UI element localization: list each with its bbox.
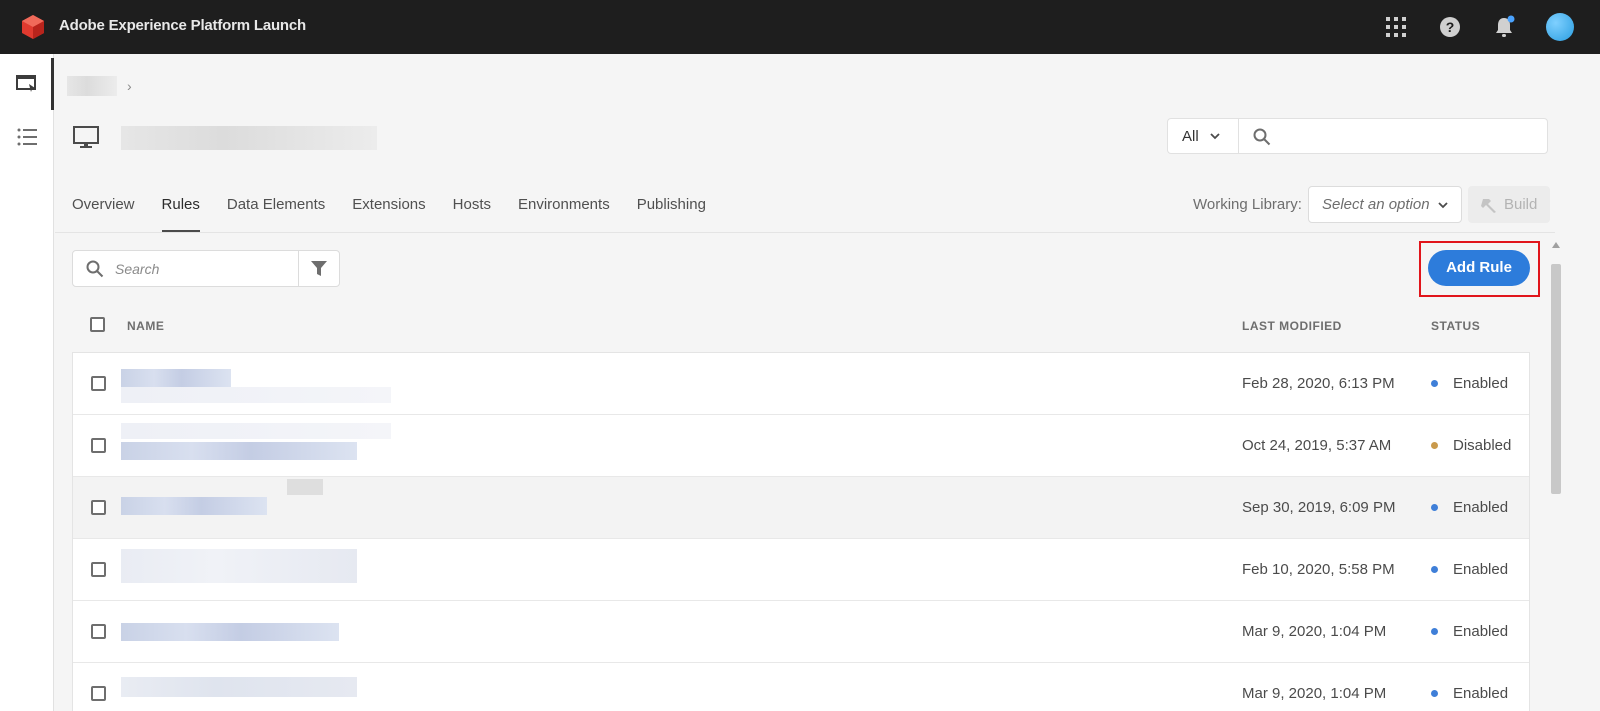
column-header-last-modified[interactable]: LAST MODIFIED	[1242, 319, 1342, 333]
status-badge: Enabled	[1431, 375, 1508, 392]
app-title: Adobe Experience Platform Launch	[59, 17, 306, 34]
tab-overview[interactable]: Overview	[72, 194, 135, 232]
status-badge: Enabled	[1431, 685, 1508, 702]
table-row[interactable]: Feb 28, 2020, 6:13 PM Enabled	[73, 353, 1529, 415]
table-row[interactable]: Oct 24, 2019, 5:37 AM Disabled	[73, 415, 1529, 477]
rules-search-placeholder: Search	[115, 261, 160, 277]
tab-data-elements[interactable]: Data Elements	[227, 194, 325, 232]
rules-search-input[interactable]: Search	[72, 250, 299, 287]
user-avatar[interactable]	[1546, 13, 1574, 41]
row-last-modified: Sep 30, 2019, 6:09 PM	[1242, 499, 1396, 516]
status-text: Enabled	[1453, 685, 1509, 702]
row-last-modified: Feb 10, 2020, 5:58 PM	[1242, 561, 1395, 578]
breadcrumb-chevron-icon: ›	[127, 78, 132, 94]
notifications-bell-icon[interactable]	[1492, 15, 1516, 39]
rule-name-redacted-blur	[287, 479, 323, 495]
row-checkbox[interactable]	[91, 686, 106, 701]
working-library-select[interactable]: Select an option	[1308, 186, 1462, 223]
enabled-dot-icon	[1431, 504, 1438, 511]
row-checkbox[interactable]	[91, 438, 106, 453]
build-label: Build	[1504, 196, 1538, 213]
row-checkbox[interactable]	[91, 376, 106, 391]
rule-name-redacted[interactable]	[121, 442, 357, 460]
status-text: Enabled	[1453, 561, 1509, 578]
main-content: › All Overview Rules Data Elements Exten…	[55, 54, 1600, 711]
property-tabs: Overview Rules Data Elements Extensions …	[72, 194, 733, 232]
table-row[interactable]: Mar 9, 2020, 1:04 PM Enabled	[73, 663, 1529, 711]
build-button[interactable]: Build	[1468, 186, 1550, 223]
breadcrumb-company-redacted[interactable]	[67, 76, 117, 96]
svg-text:?: ?	[1446, 19, 1455, 35]
property-title-redacted	[121, 126, 377, 150]
app-switcher-grid-icon[interactable]	[1384, 15, 1408, 39]
filter-button[interactable]	[298, 250, 340, 287]
rule-name-redacted[interactable]	[121, 369, 231, 387]
list-menu-icon[interactable]	[15, 125, 39, 149]
hammer-icon	[1481, 198, 1496, 213]
tab-publishing[interactable]: Publishing	[637, 194, 706, 232]
vertical-scrollbar[interactable]	[1548, 236, 1564, 711]
disabled-dot-icon	[1431, 442, 1438, 449]
scrollbar-thumb[interactable]	[1551, 264, 1561, 494]
rule-name-redacted-blur	[121, 423, 391, 439]
status-badge: Enabled	[1431, 499, 1508, 516]
row-last-modified: Mar 9, 2020, 1:04 PM	[1242, 623, 1387, 640]
search-scope-select[interactable]: All	[1167, 118, 1239, 154]
rules-table: Feb 28, 2020, 6:13 PM Enabled Oct 24, 20…	[72, 352, 1530, 711]
adobe-launch-logo-icon[interactable]	[20, 14, 46, 40]
search-icon	[86, 260, 104, 278]
status-badge: Enabled	[1431, 623, 1508, 640]
search-icon	[1253, 128, 1271, 146]
scroll-up-arrow-icon[interactable]	[1552, 242, 1560, 248]
status-badge: Disabled	[1431, 437, 1511, 454]
tab-rules[interactable]: Rules	[161, 194, 201, 232]
breadcrumb: ›	[67, 76, 132, 96]
enabled-dot-icon	[1431, 566, 1438, 573]
properties-icon[interactable]	[15, 72, 39, 96]
tab-divider	[55, 232, 1555, 233]
top-bar: Adobe Experience Platform Launch ?	[0, 0, 1600, 54]
tab-extensions[interactable]: Extensions	[352, 194, 425, 232]
working-library-label: Working Library:	[1193, 196, 1302, 213]
global-search-input[interactable]	[1238, 118, 1548, 154]
status-text: Disabled	[1453, 437, 1512, 454]
rule-name-redacted-blur	[121, 387, 391, 403]
column-header-name[interactable]: NAME	[127, 319, 164, 333]
row-last-modified: Mar 9, 2020, 1:04 PM	[1242, 685, 1387, 702]
enabled-dot-icon	[1431, 690, 1438, 697]
working-library-placeholder: Select an option	[1322, 196, 1430, 213]
status-text: Enabled	[1453, 499, 1509, 516]
table-row[interactable]: Sep 30, 2019, 6:09 PM Enabled	[73, 477, 1529, 539]
left-rail	[0, 54, 54, 711]
table-row[interactable]: Mar 9, 2020, 1:04 PM Enabled	[73, 601, 1529, 663]
row-checkbox[interactable]	[91, 562, 106, 577]
rule-name-redacted[interactable]	[121, 677, 357, 697]
search-scope-value: All	[1182, 127, 1199, 145]
tab-environments[interactable]: Environments	[518, 194, 610, 232]
enabled-dot-icon	[1431, 628, 1438, 635]
status-badge: Enabled	[1431, 561, 1508, 578]
row-last-modified: Feb 28, 2020, 6:13 PM	[1242, 375, 1395, 392]
row-checkbox[interactable]	[91, 500, 106, 515]
select-all-checkbox[interactable]	[90, 317, 105, 332]
rail-active-indicator	[51, 58, 54, 110]
rule-name-redacted[interactable]	[121, 497, 267, 515]
column-header-status[interactable]: STATUS	[1431, 319, 1480, 333]
row-checkbox[interactable]	[91, 624, 106, 639]
status-text: Enabled	[1453, 623, 1509, 640]
help-icon[interactable]: ?	[1438, 15, 1462, 39]
rule-name-redacted[interactable]	[121, 549, 357, 583]
chevron-down-icon	[1210, 133, 1220, 140]
status-text: Enabled	[1453, 375, 1509, 392]
enabled-dot-icon	[1431, 380, 1438, 387]
rule-name-redacted[interactable]	[121, 623, 339, 641]
funnel-icon	[311, 261, 327, 276]
table-row[interactable]: Feb 10, 2020, 5:58 PM Enabled	[73, 539, 1529, 601]
row-last-modified: Oct 24, 2019, 5:37 AM	[1242, 437, 1392, 454]
tab-hosts[interactable]: Hosts	[453, 194, 491, 232]
web-property-monitor-icon	[73, 126, 99, 148]
chevron-down-icon	[1438, 202, 1448, 209]
add-rule-button[interactable]: Add Rule	[1428, 250, 1530, 286]
